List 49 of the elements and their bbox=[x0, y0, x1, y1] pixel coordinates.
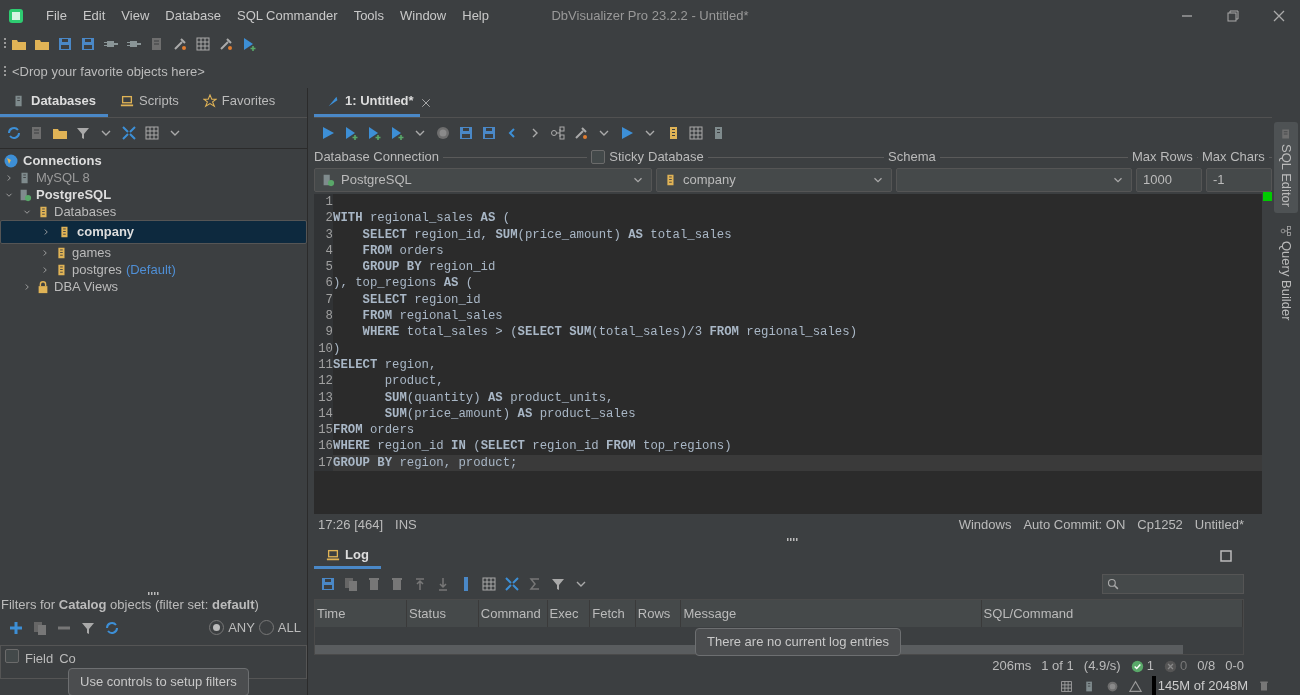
code-line: 13 SUM(quantity) AS product_units, bbox=[314, 389, 1262, 406]
column-header: Status bbox=[407, 600, 479, 627]
filters-title: Filters for Catalog objects (filter set: default) bbox=[0, 596, 260, 614]
column-header: Exec bbox=[547, 600, 591, 627]
tooltip: Use controls to setup filters bbox=[68, 668, 249, 695]
status-item: Untitled* bbox=[1194, 516, 1244, 535]
code-line: 14 SUM(price_amount) AS product_sales bbox=[314, 405, 1262, 423]
field-label: Max Rows bbox=[1132, 148, 1193, 167]
field-label: Max Chars bbox=[1202, 148, 1265, 167]
code-line: 5 GROUP BY region_id bbox=[314, 259, 1262, 276]
code-line: 16WHERE region_id IN (SELECT region_id FROM top_regions) bbox=[314, 438, 1262, 455]
success-count: 1 bbox=[1146, 657, 1154, 676]
log-stat: 206ms bbox=[992, 657, 1032, 676]
code-line: 7 SELECT region_id bbox=[314, 291, 1262, 309]
status-item: Cp1252 bbox=[1137, 516, 1183, 535]
code-line: 4 FROM orders bbox=[314, 242, 1262, 260]
tooltip: There are no current log entries bbox=[695, 628, 902, 656]
status-item: Windows bbox=[958, 516, 1012, 535]
column-header: Command bbox=[478, 600, 548, 627]
code-line: 1 bbox=[314, 194, 1262, 211]
column-header: Field bbox=[25, 649, 54, 668]
insert-mode: INS bbox=[395, 516, 417, 535]
column-header: Message bbox=[681, 600, 982, 627]
column-header: Co bbox=[59, 649, 76, 668]
field-label: Schema bbox=[888, 148, 936, 167]
log-stat: (4.9/s) bbox=[1083, 657, 1121, 676]
field-label: Database Connection bbox=[314, 148, 440, 167]
column-header: Fetch bbox=[590, 600, 636, 627]
code-line: 15FROM orders bbox=[314, 422, 1262, 439]
code-line: 2WITH regional_sales AS ( bbox=[314, 210, 1262, 227]
column-header: Rows bbox=[635, 600, 682, 627]
code-line: 6), top_regions AS ( bbox=[314, 275, 1262, 292]
column-header: SQL/Command bbox=[981, 600, 1243, 627]
log-stat: 1 of 1 bbox=[1041, 657, 1074, 676]
column-header: Time bbox=[315, 600, 408, 627]
field-label: Database bbox=[648, 148, 704, 167]
log-stat: 0/8 bbox=[1197, 657, 1216, 676]
code-line: 9 WHERE total_sales > (SELECT SUM(total_sales)/3 FROM regional_sales) bbox=[314, 324, 1262, 341]
code-line: 8 FROM regional_sales bbox=[314, 308, 1262, 325]
code-line: 12 product, bbox=[314, 373, 1262, 390]
window-title: DbVisualizer Pro 23.2.2 - Untitled* bbox=[551, 8, 749, 24]
code-line: 3 SELECT region_id, SUM(price_amount) AS total_sales bbox=[314, 226, 1262, 243]
cursor-position: 17:26 [464] bbox=[318, 516, 384, 535]
log-stat: 0-0 bbox=[1225, 657, 1244, 676]
favorites-hint: <Drop your favorite objects here> bbox=[12, 63, 205, 82]
memory-indicator: 145M of 2048M bbox=[1151, 676, 1248, 695]
status-item: Auto Commit: ON bbox=[1023, 516, 1126, 535]
error-count: 0 bbox=[1179, 657, 1188, 676]
code-line: 11SELECT region, bbox=[314, 356, 1262, 374]
